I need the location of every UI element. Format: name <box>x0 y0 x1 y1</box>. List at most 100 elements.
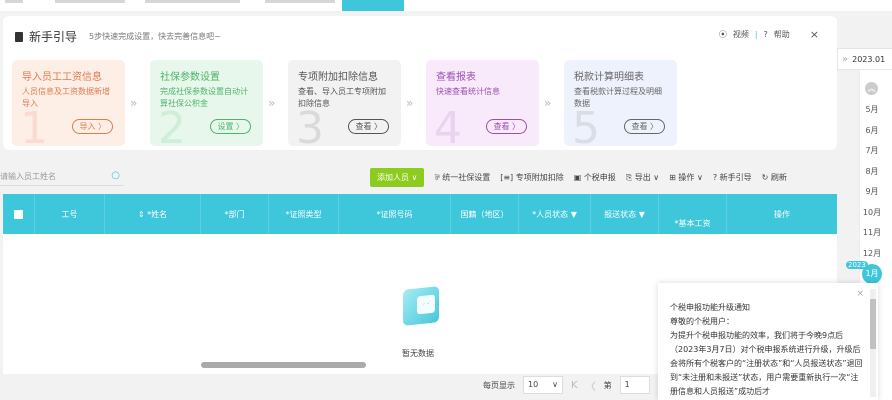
col-id-type[interactable]: *证照类型 <box>269 194 339 234</box>
tab[interactable] <box>5 0 23 3</box>
beginner-guide-panel: 新手引导 5步快速完成设置，快去完善信息吧~ ⦿ 视频 | ? 帮助 × 1 导入员工工… <box>3 16 837 150</box>
chevron-right-icon: » <box>406 96 414 110</box>
empty-illustration: - - <box>393 280 453 335</box>
month-current[interactable]: 1月 <box>862 264 882 284</box>
filter-icon[interactable]: ▼ <box>571 210 577 219</box>
help-link[interactable]: 帮助 <box>774 29 790 40</box>
page-input[interactable]: 1 <box>619 376 650 394</box>
month-item[interactable]: 7月 <box>860 145 884 156</box>
horizontal-scrollbar[interactable] <box>201 362 366 368</box>
export-button[interactable]: ⎘ 导出 ∨ <box>626 172 659 183</box>
prev-page-icon[interactable]: 〈 <box>586 378 596 393</box>
close-icon[interactable]: × <box>856 287 864 301</box>
special-deduction-button[interactable]: [≡] 专项附加扣除 <box>500 172 564 183</box>
chevron-down-icon: ∨ <box>552 380 558 389</box>
month-item[interactable]: 9月 <box>860 186 884 197</box>
step-number: 1 <box>20 103 48 146</box>
page-label: 第 <box>603 380 612 390</box>
col-report-status[interactable]: 报送状态 ▼ <box>591 194 659 234</box>
tab[interactable] <box>55 0 125 3</box>
month-item[interactable]: 10月 <box>860 207 884 218</box>
per-page-select[interactable]: 10 ∨ <box>523 376 563 394</box>
tax-declare-button[interactable]: ▣ 个税申报 <box>574 172 616 183</box>
close-icon[interactable]: × <box>810 28 819 41</box>
select-all-checkbox[interactable] <box>3 194 35 234</box>
col-id[interactable]: 工号 <box>35 194 105 234</box>
operations-button[interactable]: ⊞ 操作 ∨ <box>669 172 703 183</box>
help-icon: ? <box>763 30 768 39</box>
label: 专项附加扣除 <box>515 173 564 182</box>
col-base-salary[interactable]: *基本工资 <box>659 194 727 234</box>
step-button[interactable]: 查看 〉 <box>624 119 665 134</box>
value: 10 <box>528 380 539 389</box>
step-number: 3 <box>296 103 324 146</box>
month-item[interactable]: 11月 <box>860 227 884 238</box>
search-icon[interactable]: ○ <box>111 170 120 181</box>
guide-step-card: 5 税款计算明细表 查看税款计算过程及明细数据 查看 〉 <box>564 60 677 146</box>
guide-step-card: 2 社保参数设置 完成社保参数设置自动计算社保公积金 设置 〉 <box>150 60 263 146</box>
sort-icon[interactable]: ⇕ <box>138 210 147 219</box>
step-button[interactable]: 查看 〉 <box>348 119 389 134</box>
notice-title: 个税申报功能升级通知 <box>670 303 750 312</box>
collapse-icon[interactable]: » <box>838 54 852 65</box>
step-number: 2 <box>158 103 186 146</box>
label: 个税申报 <box>583 173 616 182</box>
tab[interactable] <box>265 0 335 3</box>
employee-search-input[interactable]: 请输入员工姓名 ○ <box>0 168 124 186</box>
refresh-button[interactable]: ↻ 刷新 <box>762 172 787 183</box>
step-title: 专项附加扣除信息 <box>298 72 378 83</box>
col-dept[interactable]: *部门 <box>201 194 269 234</box>
month-item[interactable]: 5月 <box>860 104 884 115</box>
first-page-icon[interactable]: K <box>571 380 578 391</box>
step-button[interactable]: 导入 〉 <box>72 119 113 134</box>
col-status[interactable]: *人员状态 ▼ <box>519 194 591 234</box>
notice-scrollbar[interactable] <box>870 289 876 397</box>
period-display[interactable]: » 2023.01 <box>837 48 892 70</box>
table-header: 工号 ⇕ *姓名 *部门 *证照类型 *证照号码 国籍（地区） *人员状态 ▼ … <box>3 194 837 234</box>
book-icon <box>15 31 23 42</box>
guide-step-card: 3 专项附加扣除信息 查看、导入员工专项附加扣除信息 查看 〉 <box>288 60 401 146</box>
guide-step-card: 1 导入员工工资信息 人员信息及工资数据新增导入 导入 〉 <box>12 60 125 146</box>
tab-active[interactable] <box>342 0 404 11</box>
step-title: 导入员工工资信息 <box>22 72 102 83</box>
per-page-label: 每页显示 <box>483 380 515 390</box>
notice-body: 为提升个税申报功能的效率，我们将于今晚9点后（2023年3月7日）对个税申报系统… <box>670 331 863 396</box>
label: 统一社保设置 <box>442 173 491 182</box>
filter-icon[interactable]: ▼ <box>639 210 645 219</box>
step-title: 社保参数设置 <box>160 72 220 83</box>
chevron-right-icon: » <box>268 96 276 110</box>
guide-button[interactable]: ? 新手引导 <box>713 172 752 183</box>
scroll-up-icon[interactable]: ︽ <box>865 82 878 95</box>
upgrade-notice-popup: × 个税申报功能升级通知 尊敬的个税用户： 为提升个税申报功能的效率，我们将于今… <box>658 283 878 400</box>
tab[interactable] <box>145 0 240 3</box>
label: 刷新 <box>770 173 787 182</box>
label: 报送状态 <box>604 209 637 219</box>
label: *姓名 <box>147 209 168 219</box>
step-number: 5 <box>572 103 600 146</box>
guide-step-card: 4 查看报表快速查看统计信息查看 〉 <box>426 60 539 146</box>
step-number: 4 <box>434 103 462 146</box>
month-item[interactable]: 8月 <box>860 166 884 177</box>
step-button[interactable]: 查看 〉 <box>486 119 527 134</box>
video-link[interactable]: 视频 <box>733 29 749 40</box>
step-button[interactable]: 设置 〉 <box>210 119 251 134</box>
guide-subtitle: 5步快速完成设置，快去完善信息吧~ <box>89 32 221 41</box>
toolbar: 添加人员 ∨ ⅌ 统一社保设置 [≡] 专项附加扣除 ▣ 个税申报 ⎘ 导出 ∨… <box>370 168 787 187</box>
search-placeholder: 请输入员工姓名 <box>0 172 56 181</box>
period-value: 2023.01 <box>852 54 886 64</box>
add-person-button[interactable]: 添加人员 ∨ <box>370 168 425 187</box>
step-title: 查看报表 <box>436 72 476 83</box>
label: 操作 ∨ <box>678 173 703 182</box>
step-title: 税款计算明细表 <box>574 72 644 83</box>
col-actions: 操作 <box>774 209 790 219</box>
month-item[interactable]: 6月 <box>860 125 884 136</box>
social-settings-button[interactable]: ⅌ 统一社保设置 <box>434 172 490 183</box>
month-item[interactable]: 12月 <box>860 248 884 259</box>
label: *人员状态 <box>532 209 569 219</box>
col-nationality[interactable]: 国籍（地区） <box>451 194 519 234</box>
col-name[interactable]: ⇕ *姓名 <box>105 194 201 234</box>
step-desc: 快速查看统计信息 <box>436 87 500 96</box>
chevron-right-icon: » <box>544 96 552 110</box>
col-id-number[interactable]: *证照号码 <box>339 194 451 234</box>
empty-text: 暂无数据 <box>402 349 434 358</box>
